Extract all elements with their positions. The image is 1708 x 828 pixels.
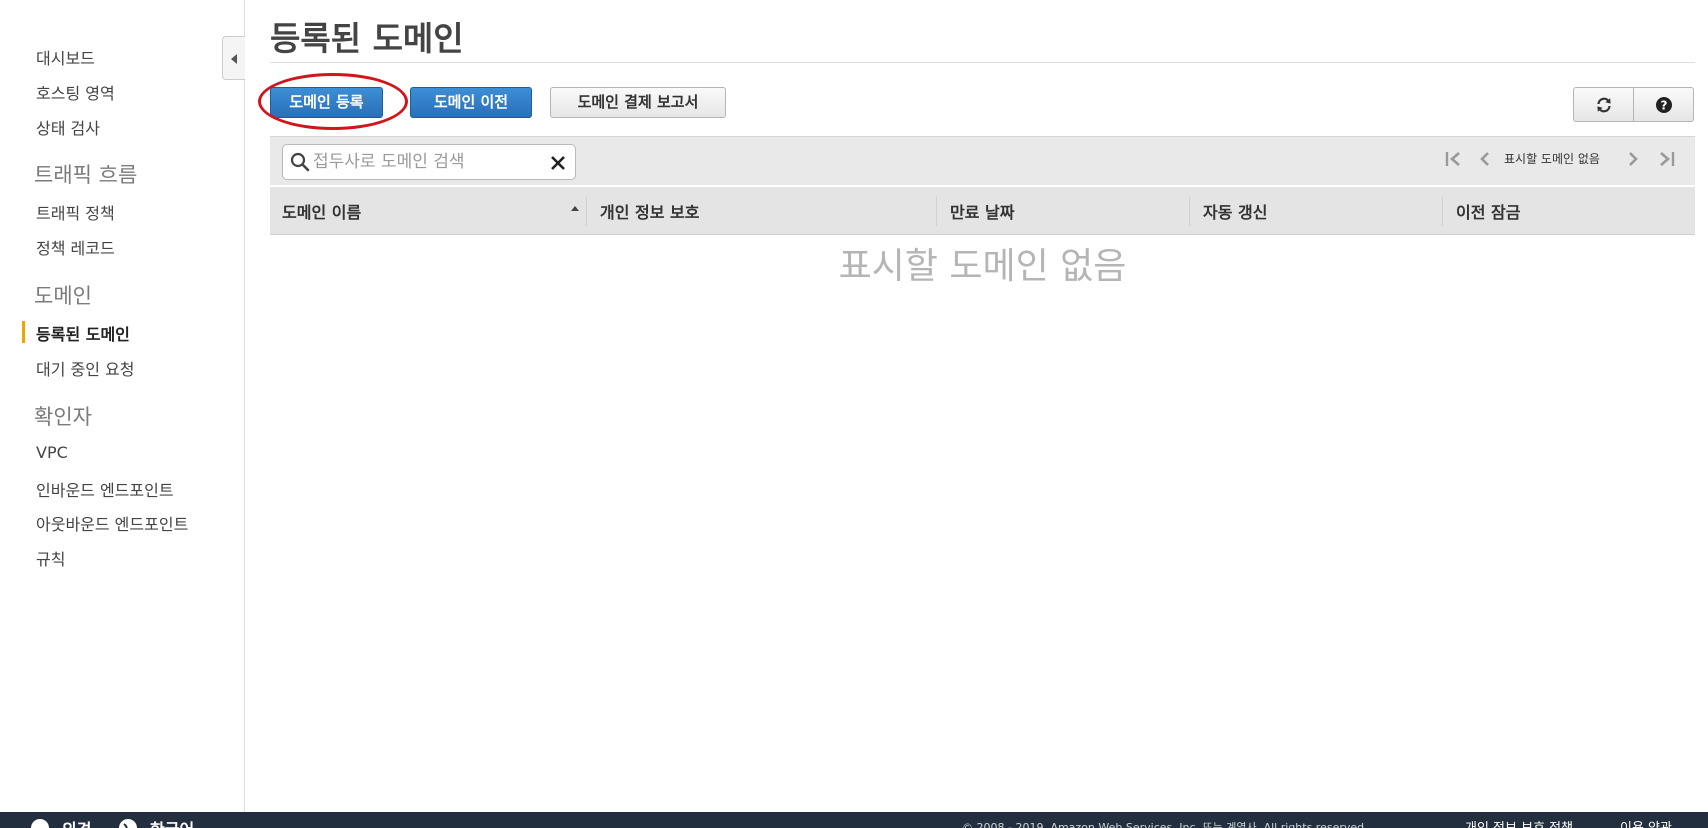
refresh-icon	[1596, 97, 1611, 112]
sidebar-section-traffic-flow: 트래픽 흐름	[34, 163, 138, 187]
sidebar-item-policy-records[interactable]: 정책 레코드	[36, 235, 115, 259]
column-separator	[586, 196, 587, 226]
billing-report-button[interactable]: 도메인 결제 보고서	[550, 87, 726, 118]
svg-text:?: ?	[1660, 98, 1667, 112]
sort-ascending-icon[interactable]	[571, 206, 579, 211]
search-icon	[290, 152, 310, 172]
pagination-status: 표시할 도메인 없음	[1504, 152, 1600, 166]
column-separator	[1442, 196, 1443, 226]
language-label: 한국어	[150, 816, 194, 828]
empty-table-message: 표시할 도메인 없음	[838, 246, 1127, 287]
clear-icon[interactable]	[549, 154, 567, 172]
first-page-icon[interactable]	[1444, 150, 1464, 168]
column-domain-name[interactable]: 도메인 이름	[282, 199, 361, 223]
column-separator	[936, 196, 937, 226]
sidebar-item-dashboard[interactable]: 대시보드	[36, 45, 95, 69]
next-page-icon[interactable]	[1626, 150, 1640, 168]
privacy-policy-link[interactable]: 개인 정보 보호 정책	[1465, 817, 1573, 828]
register-domain-button[interactable]: 도메인 등록	[270, 87, 383, 118]
footer: 의견 한국어 © 2008 - 2019, Amazon Web Service…	[0, 812, 1708, 828]
help-icon: ?	[1655, 96, 1672, 113]
sidebar-item-registered-domains[interactable]: 등록된 도메인	[36, 321, 130, 345]
sidebar-item-outbound-endpoints[interactable]: 아웃바운드 엔드포인트	[36, 511, 188, 535]
refresh-button[interactable]	[1573, 87, 1634, 122]
help-button[interactable]: ?	[1633, 87, 1694, 122]
collapse-left-icon	[231, 54, 237, 64]
sidebar-item-health-checks[interactable]: 상태 검사	[36, 115, 100, 139]
previous-page-icon[interactable]	[1478, 150, 1492, 168]
feedback-label: 의견	[62, 816, 91, 828]
sidebar-item-vpc[interactable]: VPC	[36, 443, 68, 462]
sidebar: 대시보드 호스팅 영역 상태 검사 트래픽 흐름 트래픽 정책 정책 레코드 도…	[0, 0, 245, 812]
page-title: 등록된 도메인	[270, 19, 464, 58]
sidebar-collapse-button[interactable]	[222, 36, 245, 80]
domain-search-box	[282, 144, 576, 180]
sidebar-item-inbound-endpoints[interactable]: 인바운드 엔드포인트	[36, 477, 174, 501]
language-selector[interactable]: 한국어	[118, 816, 194, 828]
column-privacy-protection[interactable]: 개인 정보 보호	[600, 199, 699, 223]
route53-console: 대시보드 호스팅 영역 상태 검사 트래픽 흐름 트래픽 정책 정책 레코드 도…	[0, 0, 1708, 828]
title-divider	[270, 62, 1695, 63]
copyright-text: © 2008 - 2019, Amazon Web Services, Inc.…	[962, 821, 1368, 828]
feedback-link[interactable]: 의견	[30, 816, 91, 828]
globe-icon	[119, 819, 137, 828]
column-auto-renew[interactable]: 자동 갱신	[1203, 199, 1267, 223]
sidebar-item-hosted-zones[interactable]: 호스팅 영역	[36, 80, 115, 104]
sidebar-item-traffic-policies[interactable]: 트래픽 정책	[36, 200, 115, 224]
active-item-indicator	[22, 321, 25, 343]
sidebar-section-domains: 도메인	[34, 284, 92, 308]
column-separator	[1189, 196, 1190, 226]
transfer-domain-button[interactable]: 도메인 이전	[410, 87, 532, 118]
column-transfer-lock[interactable]: 이전 잠금	[1456, 199, 1520, 223]
last-page-icon[interactable]	[1656, 150, 1676, 168]
feedback-icon	[31, 819, 49, 828]
column-expiration-date[interactable]: 만료 날짜	[950, 199, 1014, 223]
sidebar-item-rules[interactable]: 규칙	[36, 546, 65, 570]
terms-of-use-link[interactable]: 이용 약관	[1620, 817, 1672, 828]
domain-search-input[interactable]	[313, 149, 539, 175]
sidebar-section-resolver: 확인자	[34, 405, 92, 429]
sidebar-item-pending-requests[interactable]: 대기 중인 요청	[36, 356, 135, 380]
